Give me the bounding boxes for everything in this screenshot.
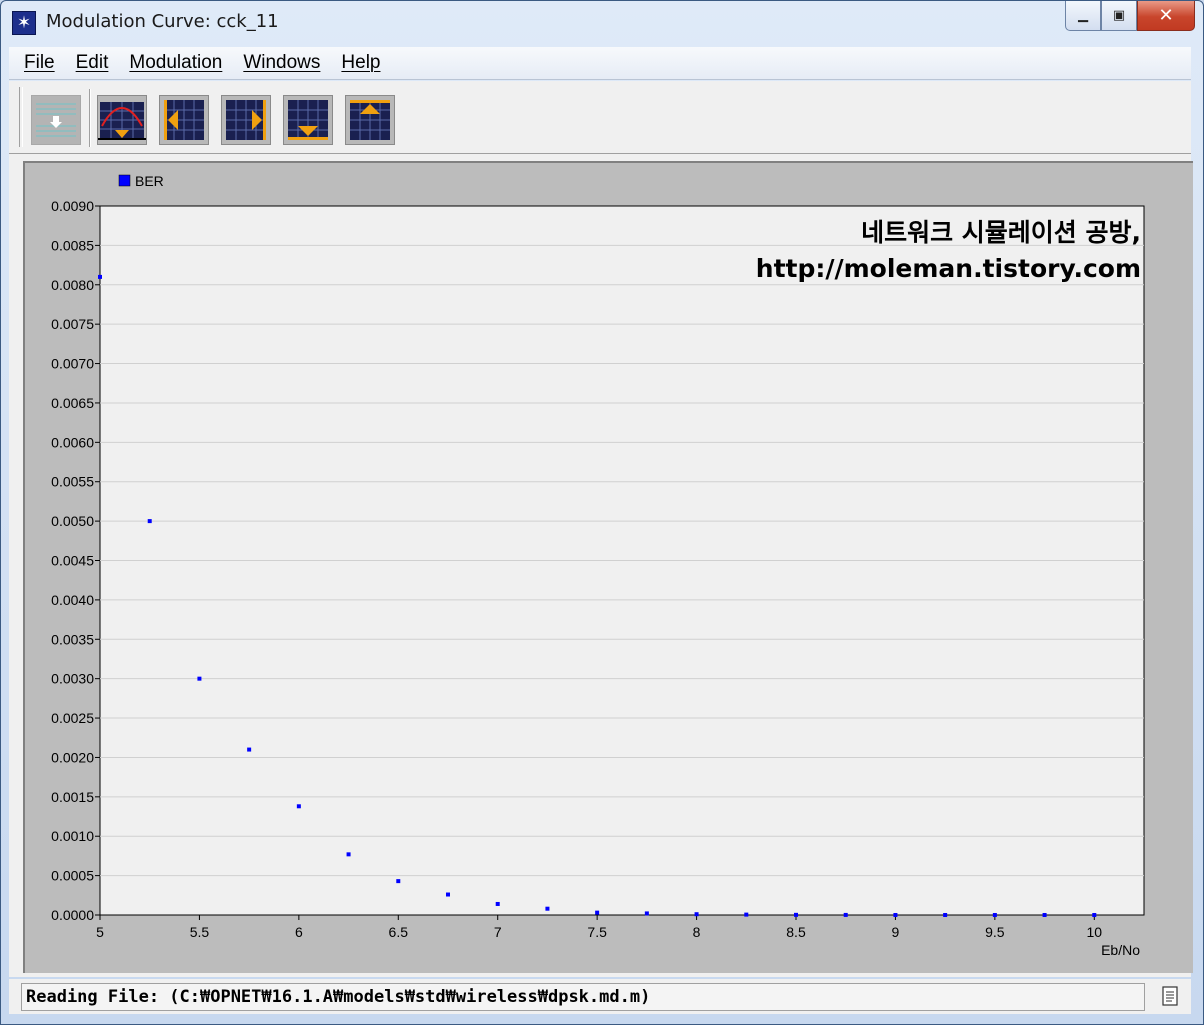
y-tick-label: 0.0085 bbox=[51, 237, 94, 253]
title-bar[interactable]: ✶ Modulation Curve: cck_11 ▁ ▣ ✕ bbox=[1, 1, 1203, 45]
menu-bar: File Edit Modulation Windows Help bbox=[9, 47, 1191, 80]
data-point bbox=[992, 913, 997, 917]
close-icon: ✕ bbox=[1158, 5, 1174, 26]
close-button[interactable]: ✕ bbox=[1137, 1, 1195, 31]
data-point bbox=[396, 879, 401, 884]
x-tick-label: 8.5 bbox=[786, 924, 806, 940]
y-tick-label: 0.0020 bbox=[51, 749, 94, 765]
y-tick-label: 0.0080 bbox=[51, 277, 94, 293]
data-point bbox=[893, 913, 898, 917]
y-tick-label: 0.0005 bbox=[51, 868, 94, 884]
menu-modulation[interactable]: Modulation bbox=[129, 52, 222, 74]
data-point bbox=[1042, 913, 1047, 917]
y-tick-label: 0.0000 bbox=[51, 907, 94, 923]
y-tick-label: 0.0060 bbox=[51, 434, 94, 450]
menu-windows[interactable]: Windows bbox=[243, 52, 320, 74]
status-bar: Reading File: (C:₩OPNET₩16.1.A₩models₩st… bbox=[9, 979, 1191, 1014]
status-message: Reading File: (C:₩OPNET₩16.1.A₩models₩st… bbox=[21, 983, 1145, 1011]
x-tick-label: 7 bbox=[494, 924, 502, 940]
y-tick-label: 0.0045 bbox=[51, 553, 94, 569]
y-tick-label: 0.0050 bbox=[51, 513, 94, 529]
shift-right-icon bbox=[226, 100, 266, 140]
y-tick-label: 0.0055 bbox=[51, 474, 94, 490]
data-point bbox=[346, 852, 351, 857]
data-point bbox=[694, 912, 699, 917]
y-tick-label: 0.0075 bbox=[51, 316, 94, 332]
legend-label-ber: BER bbox=[135, 173, 164, 189]
shift-down-button[interactable] bbox=[283, 95, 333, 145]
x-axis-label: Eb/No bbox=[1101, 942, 1140, 958]
x-tick-label: 6.5 bbox=[389, 924, 409, 940]
shift-up-button[interactable] bbox=[345, 95, 395, 145]
toolbar bbox=[9, 81, 1191, 154]
x-tick-label: 9.5 bbox=[985, 924, 1005, 940]
y-tick-label: 0.0030 bbox=[51, 671, 94, 687]
y-tick-label: 0.0065 bbox=[51, 395, 94, 411]
document-icon[interactable] bbox=[1159, 985, 1181, 1007]
data-point bbox=[98, 274, 102, 279]
data-point bbox=[744, 912, 749, 917]
x-tick-label: 5 bbox=[96, 924, 104, 940]
x-tick-label: 9 bbox=[892, 924, 900, 940]
x-axis: 5 5.5 6 6.5 7 7.5 8 8.5 9 9.5 10 bbox=[96, 915, 1102, 940]
data-point bbox=[644, 911, 649, 916]
copy-curve-button[interactable] bbox=[31, 95, 81, 145]
legend-swatch-ber bbox=[118, 174, 131, 187]
y-tick-label: 0.0010 bbox=[51, 828, 94, 844]
window-title: Modulation Curve: cck_11 bbox=[46, 11, 279, 32]
minimize-button[interactable]: ▁ bbox=[1065, 1, 1101, 31]
data-point bbox=[296, 804, 301, 809]
star-burst-icon[interactable]: ✶ bbox=[12, 11, 36, 35]
data-point bbox=[147, 519, 152, 524]
maximize-button[interactable]: ▣ bbox=[1101, 1, 1137, 31]
data-point bbox=[943, 913, 948, 917]
fit-curve-icon bbox=[98, 102, 146, 140]
toolbar-grip[interactable] bbox=[19, 87, 23, 147]
shift-right-button[interactable] bbox=[221, 95, 271, 145]
fit-curve-button[interactable] bbox=[97, 95, 147, 145]
menu-file[interactable]: File bbox=[24, 52, 55, 74]
x-tick-label: 7.5 bbox=[587, 924, 607, 940]
shift-down-icon bbox=[288, 100, 328, 140]
menu-help[interactable]: Help bbox=[341, 52, 380, 74]
data-point bbox=[794, 912, 798, 917]
y-tick-label: 0.0040 bbox=[51, 592, 94, 608]
window-controls: ▁ ▣ ✕ bbox=[1065, 1, 1195, 31]
y-tick-label: 0.0015 bbox=[51, 789, 94, 805]
chart-frame: 0.0000 0.0005 0.0010 0.0015 0.0020 0.0025 0.00… bbox=[9, 154, 1193, 977]
toolbar-separator bbox=[89, 89, 91, 147]
chart-panel: 0.0000 0.0005 0.0010 0.0015 0.0020 0.0025 0.00… bbox=[23, 161, 1193, 973]
shift-left-icon bbox=[164, 100, 204, 140]
x-tick-label: 6 bbox=[295, 924, 303, 940]
copy-curve-icon bbox=[32, 96, 80, 144]
shift-left-button[interactable] bbox=[159, 95, 209, 145]
data-point bbox=[446, 892, 450, 897]
menu-edit[interactable]: Edit bbox=[76, 52, 109, 74]
data-point bbox=[843, 912, 848, 917]
y-tick-label: 0.0025 bbox=[51, 710, 94, 726]
data-point bbox=[1092, 913, 1097, 917]
y-tick-label: 0.0070 bbox=[51, 356, 94, 372]
data-point bbox=[197, 676, 202, 681]
data-point bbox=[247, 747, 252, 752]
data-point bbox=[545, 906, 550, 911]
minimize-icon: ▁ bbox=[1078, 8, 1088, 23]
maximize-icon: ▣ bbox=[1112, 8, 1126, 23]
shift-up-icon bbox=[350, 100, 390, 140]
x-tick-label: 8 bbox=[693, 924, 701, 940]
data-point bbox=[595, 910, 600, 915]
y-axis: 0.0000 0.0005 0.0010 0.0015 0.0020 0.0025 0.00… bbox=[51, 198, 100, 923]
data-point bbox=[495, 901, 500, 906]
x-tick-label: 5.5 bbox=[190, 924, 210, 940]
ber-chart[interactable]: 0.0000 0.0005 0.0010 0.0015 0.0020 0.0025 0.00… bbox=[25, 163, 1191, 971]
watermark-line-1: 네트워크 시뮬레이션 공방, bbox=[861, 218, 1141, 247]
y-tick-label: 0.0090 bbox=[51, 198, 94, 214]
x-tick-label: 10 bbox=[1086, 924, 1102, 940]
y-tick-label: 0.0035 bbox=[51, 631, 94, 647]
modulation-curve-window: ✶ Modulation Curve: cck_11 ▁ ▣ ✕ File Ed… bbox=[0, 0, 1204, 1025]
watermark-line-2: http://moleman.tistory.com bbox=[756, 254, 1141, 283]
